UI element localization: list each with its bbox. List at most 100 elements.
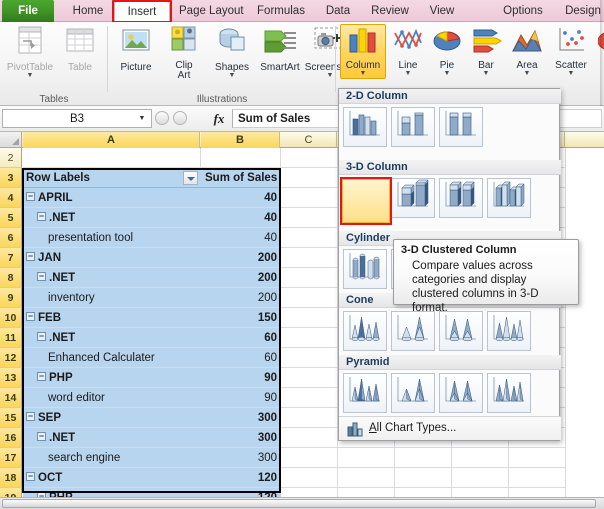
bar-chart-chevron-down-icon[interactable]: ▼ <box>466 70 506 77</box>
cell-D18[interactable] <box>338 468 395 488</box>
pie-chart-button[interactable]: Pie ▼ <box>428 25 466 77</box>
horizontal-scrollbar-thumb[interactable] <box>2 499 596 508</box>
cell-C7[interactable] <box>281 248 338 268</box>
gallery-item-pyramid-3[interactable] <box>439 373 483 413</box>
row-header-15[interactable]: 15 <box>0 408 22 428</box>
name-box[interactable]: B3 <box>2 109 152 128</box>
row-labels-filter-button[interactable] <box>183 171 198 185</box>
cell-B2[interactable] <box>201 148 281 168</box>
row-header-12[interactable]: 12 <box>0 348 22 368</box>
cell-G19[interactable] <box>509 488 566 497</box>
tab-page-layout[interactable]: Page Layout <box>172 1 248 22</box>
row-header-13[interactable]: 13 <box>0 368 22 388</box>
column-header-a[interactable]: A <box>23 132 200 148</box>
pivot-collapse-icon[interactable]: − <box>37 272 46 282</box>
tab-insert[interactable]: Insert <box>114 1 170 22</box>
cell-A7[interactable]: − JAN <box>23 248 201 268</box>
cell-C15[interactable] <box>281 408 338 428</box>
cell-A9[interactable]: inventory <box>23 288 201 308</box>
row-header-19[interactable]: 19 <box>0 488 22 497</box>
name-box-chevron-down-icon[interactable]: ▼ <box>132 109 152 128</box>
pivot-collapse-icon[interactable]: − <box>26 312 35 322</box>
cell-A16[interactable]: − .NET <box>23 428 201 448</box>
line-chart-chevron-down-icon[interactable]: ▼ <box>388 70 428 77</box>
cell-A4[interactable]: − APRIL <box>23 188 201 208</box>
cell-C8[interactable] <box>281 268 338 288</box>
row-header-5[interactable]: 5 <box>0 208 22 228</box>
column-chart-button[interactable]: Column ▼ <box>340 24 386 79</box>
gallery-item-3d-column-2[interactable] <box>391 178 435 218</box>
cell-E17[interactable] <box>395 448 452 468</box>
cell-A18[interactable]: − OCT <box>23 468 201 488</box>
pivot-collapse-icon[interactable]: − <box>37 332 46 342</box>
cancel-formula-icon[interactable] <box>155 111 169 125</box>
gallery-item-cone-2[interactable] <box>391 311 435 351</box>
gallery-item-cone-4[interactable] <box>487 311 531 351</box>
cell-F18[interactable] <box>452 468 509 488</box>
pivot-collapse-icon[interactable]: − <box>26 472 35 482</box>
gallery-item-3d-column-4[interactable] <box>487 178 531 218</box>
cell-C9[interactable] <box>281 288 338 308</box>
shapes-button[interactable]: Shapes ▼ <box>208 25 256 79</box>
cell-B14[interactable]: 90 <box>201 388 281 408</box>
clipart-button[interactable]: Clip Art <box>160 25 208 82</box>
gallery-item-2d-column-2[interactable] <box>391 107 435 147</box>
row-header-2[interactable]: 2 <box>0 148 22 168</box>
cell-C19[interactable] <box>281 488 338 497</box>
gallery-item-pyramid-1[interactable] <box>343 373 387 413</box>
cell-G17[interactable] <box>509 448 566 468</box>
cell-E19[interactable] <box>395 488 452 497</box>
row-header-10[interactable]: 10 <box>0 308 22 328</box>
line-chart-button[interactable]: Line ▼ <box>388 25 428 77</box>
cell-C17[interactable] <box>281 448 338 468</box>
pivot-collapse-icon[interactable]: − <box>26 252 35 262</box>
gallery-item-cone-1[interactable] <box>343 311 387 351</box>
cell-A14[interactable]: word editor <box>23 388 201 408</box>
cell-B4[interactable]: 40 <box>201 188 281 208</box>
area-chart-button[interactable]: Area ▼ <box>506 25 548 77</box>
gallery-item-cone-3[interactable] <box>439 311 483 351</box>
cell-A11[interactable]: − .NET <box>23 328 201 348</box>
cell-B19[interactable]: 120 <box>201 488 281 497</box>
cell-E18[interactable] <box>395 468 452 488</box>
cell-C12[interactable] <box>281 348 338 368</box>
enter-formula-icon[interactable] <box>173 111 187 125</box>
tab-design[interactable]: Design <box>558 1 604 22</box>
row-header-7[interactable]: 7 <box>0 248 22 268</box>
row-header-6[interactable]: 6 <box>0 228 22 248</box>
cell-B5[interactable]: 40 <box>201 208 281 228</box>
cell-F19[interactable] <box>452 488 509 497</box>
cell-B13[interactable]: 90 <box>201 368 281 388</box>
row-header-4[interactable]: 4 <box>0 188 22 208</box>
cell-C4[interactable] <box>281 188 338 208</box>
cell-B10[interactable]: 150 <box>201 308 281 328</box>
tab-formulas[interactable]: Formulas <box>250 1 312 22</box>
gallery-item-2d-column-1[interactable] <box>343 107 387 147</box>
picture-button[interactable]: Picture <box>112 25 160 73</box>
cell-B9[interactable]: 200 <box>201 288 281 308</box>
gallery-item-2d-column-3[interactable] <box>439 107 483 147</box>
cell-A10[interactable]: − FEB <box>23 308 201 328</box>
tab-data[interactable]: Data <box>316 1 360 22</box>
cell-B18[interactable]: 120 <box>201 468 281 488</box>
cell-C14[interactable] <box>281 388 338 408</box>
cell-A12[interactable]: Enhanced Calculater <box>23 348 201 368</box>
cell-F17[interactable] <box>452 448 509 468</box>
gallery-item-pyramid-4[interactable] <box>487 373 531 413</box>
bar-chart-button[interactable]: Bar ▼ <box>466 25 506 77</box>
cell-A17[interactable]: search engine <box>23 448 201 468</box>
insert-function-icon[interactable]: fx <box>208 110 230 127</box>
cell-C10[interactable] <box>281 308 338 328</box>
cell-C18[interactable] <box>281 468 338 488</box>
area-chart-chevron-down-icon[interactable]: ▼ <box>506 70 548 77</box>
pivot-collapse-icon[interactable]: − <box>26 412 35 422</box>
row-header-8[interactable]: 8 <box>0 268 22 288</box>
cell-B12[interactable]: 60 <box>201 348 281 368</box>
cell-A5[interactable]: − .NET <box>23 208 201 228</box>
cell-C11[interactable] <box>281 328 338 348</box>
cell-A2[interactable] <box>23 148 201 168</box>
pie-chart-chevron-down-icon[interactable]: ▼ <box>428 70 466 77</box>
pivot-collapse-icon[interactable]: − <box>26 192 35 202</box>
cell-D17[interactable] <box>338 448 395 468</box>
tab-view[interactable]: View <box>420 1 464 22</box>
